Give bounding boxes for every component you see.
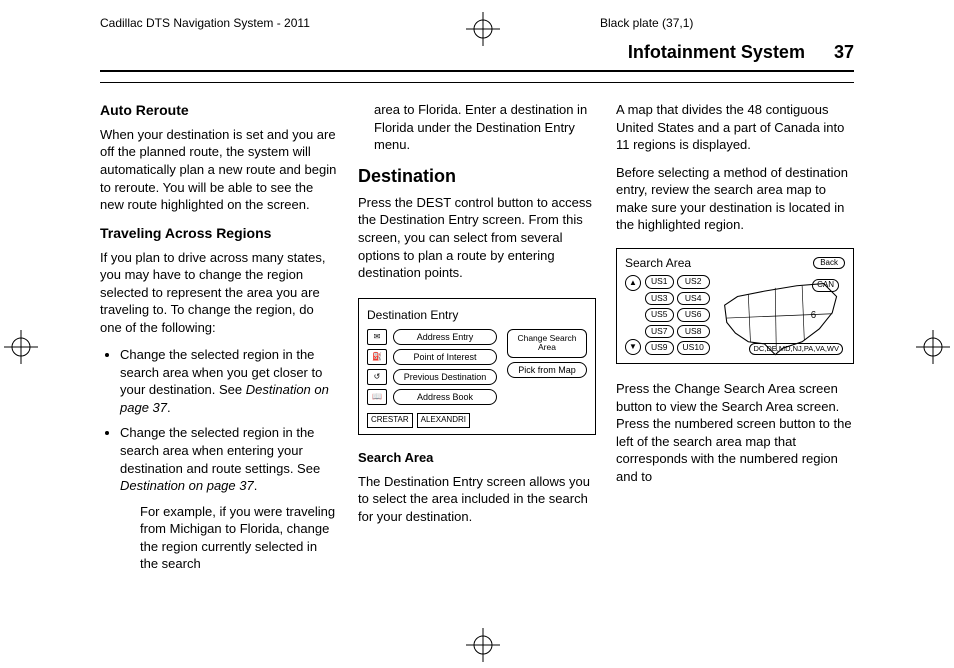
- running-title: Infotainment System: [628, 42, 805, 62]
- back-button[interactable]: Back: [813, 257, 845, 270]
- column-2: area to Florida. Enter a destination in …: [358, 101, 596, 583]
- region-us5[interactable]: US5: [645, 308, 674, 322]
- header-left: Cadillac DTS Navigation System - 2011: [100, 16, 310, 30]
- region-can[interactable]: CAN: [812, 279, 839, 292]
- envelope-icon: ✉: [367, 329, 387, 345]
- running-head: Infotainment System 37: [628, 42, 854, 63]
- preset-2[interactable]: ALEXANDRI: [417, 413, 470, 428]
- heading-traveling-regions: Traveling Across Regions: [100, 224, 338, 243]
- region-us6[interactable]: US6: [677, 308, 710, 322]
- history-icon: ↺: [367, 369, 387, 385]
- scroll-up-icon[interactable]: ▲: [625, 275, 641, 291]
- region-us4[interactable]: US4: [677, 292, 710, 306]
- btn-address-entry[interactable]: Address Entry: [393, 329, 497, 345]
- para-continuation: area to Florida. Enter a destination in …: [374, 101, 596, 154]
- btn-pick-from-map[interactable]: Pick from Map: [507, 362, 587, 378]
- region-us1[interactable]: US1: [645, 275, 674, 289]
- registration-mark-top: [466, 12, 500, 46]
- figure-title: Search Area: [625, 255, 691, 271]
- heading-destination: Destination: [358, 164, 596, 188]
- xref-destination: Destination on page 37: [120, 478, 254, 493]
- para-before-selecting: Before selecting a method of destination…: [616, 164, 854, 234]
- region-change-list: Change the selected region in the search…: [100, 346, 338, 573]
- page-number: 37: [834, 42, 854, 62]
- search-area-map: 6 CAN DC,DE,MD,NJ,PA,VA,WV: [716, 275, 845, 355]
- poi-icon: ⛽: [367, 349, 387, 365]
- scroll-down-icon[interactable]: ▼: [625, 339, 641, 355]
- header-right: Black plate (37,1): [600, 16, 693, 30]
- column-3: A map that divides the 48 contiguous Uni…: [616, 101, 854, 583]
- registration-mark-right: [916, 330, 950, 364]
- registration-mark-left: [4, 330, 38, 364]
- region-us2[interactable]: US2: [677, 275, 710, 289]
- list-item: Change the selected region in the search…: [120, 346, 338, 416]
- btn-change-search-area[interactable]: Change Search Area: [507, 329, 587, 358]
- book-icon: 📖: [367, 389, 387, 405]
- column-1: Auto Reroute When your destination is se…: [100, 101, 338, 583]
- states-list: DC,DE,MD,NJ,PA,VA,WV: [749, 343, 843, 355]
- para-change-search-area: Press the Change Search Area screen butt…: [616, 380, 854, 485]
- para-auto-reroute: When your destination is set and you are…: [100, 126, 338, 214]
- btn-address-book[interactable]: Address Book: [393, 389, 497, 405]
- figure-title: Destination Entry: [367, 307, 587, 323]
- region-number-6: 6: [811, 310, 816, 321]
- rule: [100, 82, 854, 83]
- region-us7[interactable]: US7: [645, 325, 674, 339]
- btn-poi[interactable]: Point of Interest: [393, 349, 497, 365]
- list-item: Change the selected region in the search…: [120, 424, 338, 572]
- region-us10[interactable]: US10: [677, 341, 710, 355]
- para-traveling-regions: If you plan to drive across many states,…: [100, 249, 338, 337]
- region-us9[interactable]: US9: [645, 341, 674, 355]
- region-us3[interactable]: US3: [645, 292, 674, 306]
- btn-previous-destination[interactable]: Previous Destination: [393, 369, 497, 385]
- figure-search-area: Search Area Back ▲ ▼ US1 US2: [616, 248, 854, 364]
- figure-destination-entry: Destination Entry ✉ Address Entry ⛽ Point …: [358, 298, 596, 436]
- para-destination: Press the DEST control button to access …: [358, 194, 596, 282]
- para-search-area: The Destination Entry screen allows you …: [358, 473, 596, 526]
- heading-auto-reroute: Auto Reroute: [100, 101, 338, 120]
- example-paragraph: For example, if you were traveling from …: [140, 503, 338, 573]
- heading-search-area: Search Area: [358, 449, 596, 467]
- para-map-regions: A map that divides the 48 contiguous Uni…: [616, 101, 854, 154]
- preset-1[interactable]: CRESTAR: [367, 413, 413, 428]
- region-us8[interactable]: US8: [677, 325, 710, 339]
